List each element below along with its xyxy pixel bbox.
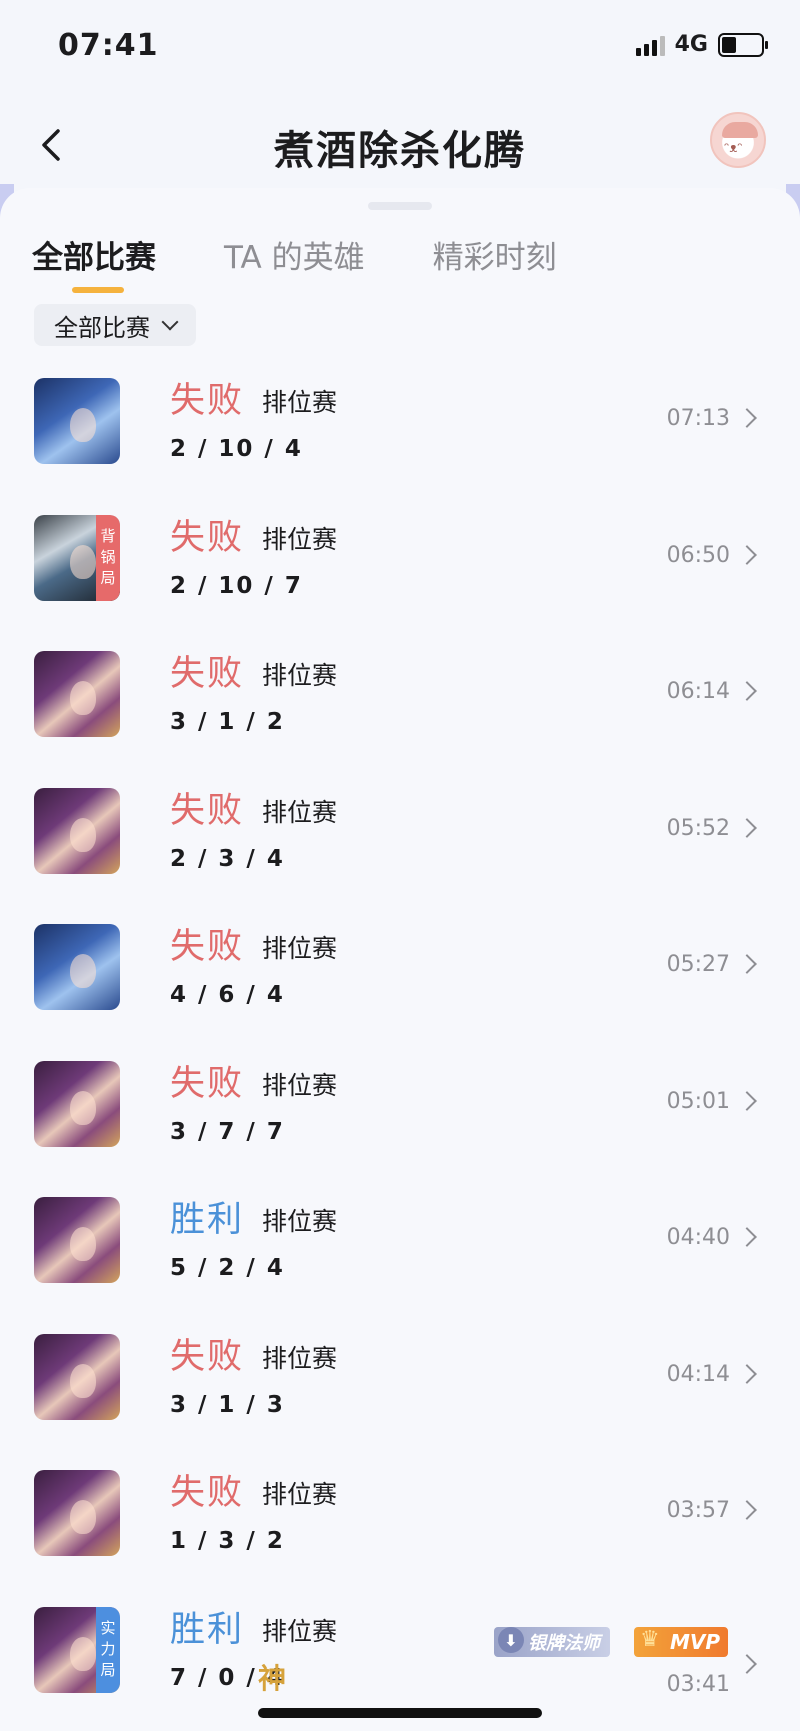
match-row[interactable]: 胜利 排位赛 5 / 2 / 4 04:40	[0, 1197, 800, 1334]
match-row[interactable]: 失败 排位赛 3 / 1 / 3 04:14	[0, 1333, 800, 1471]
sheet-grabber[interactable]	[368, 202, 432, 210]
hero-avatar	[34, 924, 120, 1010]
match-mode: 排位赛	[262, 1070, 338, 1100]
match-mode: 排位赛	[262, 934, 338, 963]
tab-bar: 全部比赛 TA 的英雄 精彩时刻	[32, 232, 625, 295]
match-kda: 2 / 10 / 7	[170, 572, 303, 599]
network-label: 4G	[674, 32, 708, 57]
nav-bar: 煮酒除杀化腾	[0, 100, 800, 190]
match-result: 失败	[170, 381, 245, 421]
match-kda: 3 / 7 / 7	[170, 1118, 285, 1145]
match-kda: 3 / 1 / 3	[170, 1391, 285, 1418]
hero-avatar: 实力局	[34, 1606, 120, 1693]
hero-avatar	[34, 1470, 120, 1556]
match-mode: 排位赛	[262, 661, 338, 690]
match-kda: 1 / 3 / 2	[170, 1528, 285, 1554]
match-sheet: 全部比赛 TA 的英雄 精彩时刻 全部比赛 失败 排位赛 2 / 10 / 4 …	[0, 188, 800, 1731]
chevron-right-icon	[737, 1653, 757, 1674]
match-time: 05:01	[666, 1088, 730, 1114]
match-time: 04:14	[666, 1361, 730, 1387]
chevron-right-icon	[737, 544, 757, 565]
match-result: 失败	[170, 927, 245, 967]
hero-avatar	[34, 1333, 120, 1420]
chevron-right-icon	[737, 681, 757, 701]
match-filter-dropdown[interactable]: 全部比赛	[34, 304, 196, 346]
match-mode: 排位赛	[262, 388, 338, 417]
match-result: 失败	[170, 517, 245, 558]
chevron-right-icon	[737, 1500, 757, 1520]
match-time: 03:57	[666, 1498, 730, 1523]
battery-icon	[718, 32, 768, 57]
match-list: 失败 排位赛 2 / 10 / 4 07:13 背锅局 失败 排位赛 2 / 1…	[0, 378, 800, 1731]
match-result: 失败	[170, 790, 245, 831]
avatar[interactable]	[710, 112, 766, 168]
match-kda: 4 / 6 / 4	[170, 982, 285, 1008]
tab-highlights[interactable]: 精彩时刻	[433, 232, 557, 295]
home-indicator[interactable]	[258, 1708, 542, 1718]
match-mode: 排位赛	[262, 797, 338, 827]
filter-label: 全部比赛	[54, 313, 150, 342]
hero-avatar	[34, 1060, 120, 1147]
match-row[interactable]: 失败 排位赛 2 / 3 / 4 05:52	[0, 787, 800, 925]
match-kda: 2 / 10 / 4	[170, 436, 303, 462]
hero-avatar	[34, 1197, 120, 1283]
mvp-tag: MVP	[634, 1626, 729, 1657]
status-icons: 4G	[635, 32, 768, 57]
god-mark: 神	[258, 1661, 287, 1695]
chevron-right-icon	[737, 954, 757, 974]
match-time: 04:40	[666, 1225, 730, 1250]
match-time: 07:13	[666, 406, 730, 431]
match-time: 06:50	[666, 542, 730, 568]
tab-heroes[interactable]: TA 的英雄	[224, 232, 365, 295]
match-result: 失败	[170, 1063, 245, 1104]
match-time: 05:27	[666, 952, 730, 977]
match-result: 胜利	[170, 1609, 245, 1650]
match-row[interactable]: 失败 排位赛 4 / 6 / 4 05:27	[0, 924, 800, 1061]
signal-icon	[635, 34, 665, 56]
status-bar: 07:41 4G	[0, 0, 800, 100]
match-badge: 背锅局	[96, 514, 120, 601]
match-result: 失败	[170, 1336, 245, 1377]
match-row[interactable]: 失败 排位赛 2 / 10 / 4 07:13	[0, 378, 800, 515]
chevron-right-icon	[737, 1090, 757, 1111]
silver-mage-tag: 银牌法师	[494, 1626, 610, 1657]
match-kda: 5 / 2 / 4	[170, 1255, 285, 1281]
chevron-down-icon	[161, 313, 179, 331]
hero-avatar: 背锅局	[34, 514, 120, 601]
match-result: 失败	[170, 1473, 245, 1513]
hero-avatar	[34, 651, 120, 737]
match-mode: 排位赛	[262, 1207, 338, 1236]
match-row[interactable]: 失败 排位赛 1 / 3 / 2 03:57	[0, 1470, 800, 1607]
hero-avatar	[34, 378, 120, 464]
page-title: 煮酒除杀化腾	[274, 128, 526, 174]
status-time: 07:41	[58, 28, 159, 63]
match-mode: 排位赛	[262, 524, 338, 554]
chevron-right-icon	[737, 408, 757, 428]
tab-all-matches[interactable]: 全部比赛	[32, 232, 156, 295]
match-mode: 排位赛	[262, 1343, 338, 1373]
match-result: 胜利	[170, 1200, 245, 1240]
match-time: 06:14	[666, 679, 730, 704]
match-time: 05:52	[666, 815, 730, 841]
hero-avatar	[34, 787, 120, 874]
match-kda: 2 / 3 / 4	[170, 845, 285, 872]
match-badge: 实力局	[96, 1606, 120, 1693]
match-result: 失败	[170, 654, 245, 694]
chevron-right-icon	[737, 1227, 757, 1247]
match-row[interactable]: 背锅局 失败 排位赛 2 / 10 / 7 06:50	[0, 514, 800, 652]
match-time: 03:41	[666, 1671, 730, 1697]
match-mode: 排位赛	[262, 1616, 338, 1646]
match-row[interactable]: 失败 排位赛 3 / 7 / 7 05:01	[0, 1060, 800, 1198]
chevron-right-icon	[737, 1363, 757, 1384]
match-mode: 排位赛	[262, 1480, 338, 1509]
match-kda: 3 / 1 / 2	[170, 709, 285, 735]
match-row[interactable]: 失败 排位赛 3 / 1 / 2 06:14	[0, 651, 800, 788]
chevron-right-icon	[737, 817, 757, 838]
